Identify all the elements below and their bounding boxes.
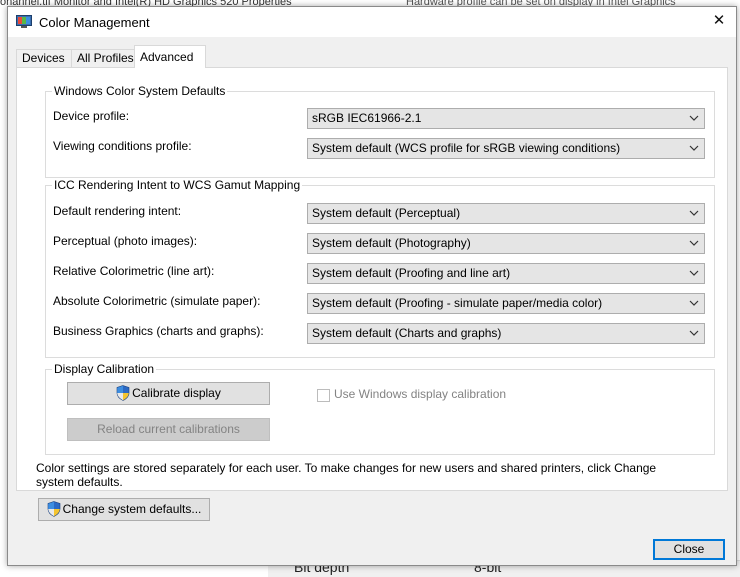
button-label: Change system defaults...	[62, 502, 202, 516]
window-title: Color Management	[39, 15, 150, 30]
chevron-down-icon	[689, 145, 699, 151]
relative-colorimetric-select[interactable]: System default (Proofing and line art)	[307, 263, 705, 284]
reload-calibrations-button[interactable]: Reload current calibrations	[67, 418, 270, 441]
calibrate-display-button[interactable]: Calibrate display	[67, 382, 270, 405]
uac-shield-icon	[47, 501, 60, 517]
chevron-down-icon	[689, 210, 699, 216]
chevron-down-icon	[689, 115, 699, 121]
chevron-down-icon	[689, 240, 699, 246]
use-windows-calibration-checkbox[interactable]	[317, 389, 330, 402]
tab-all-profiles[interactable]: All Profiles	[71, 49, 141, 67]
select-value: System default (Proofing and line art)	[312, 266, 511, 280]
business-graphics-select[interactable]: System default (Charts and graphs)	[307, 323, 705, 344]
color-management-dialog: Color Management ✕ Devices All Profiles …	[7, 6, 737, 566]
group-legend: ICC Rendering Intent to WCS Gamut Mappin…	[52, 178, 303, 192]
uac-shield-icon	[116, 385, 130, 401]
viewing-conditions-select[interactable]: System default (WCS profile for sRGB vie…	[307, 138, 705, 159]
business-graphics-label: Business Graphics (charts and graphs):	[53, 324, 264, 338]
change-system-defaults-button[interactable]: Change system defaults...	[38, 498, 210, 521]
select-value: System default (Perceptual)	[312, 206, 461, 220]
advanced-tab-page: Windows Color System Defaults Device pro…	[16, 67, 728, 491]
select-value: System default (Proofing - simulate pape…	[312, 296, 603, 310]
wcs-defaults-group: Windows Color System Defaults Device pro…	[45, 84, 715, 178]
icc-gamut-mapping-group: ICC Rendering Intent to WCS Gamut Mappin…	[45, 178, 715, 358]
close-button[interactable]: Close	[653, 539, 725, 560]
default-intent-select[interactable]: System default (Perceptual)	[307, 203, 705, 224]
chevron-down-icon	[689, 330, 699, 336]
viewing-conditions-label: Viewing conditions profile:	[53, 139, 192, 153]
group-legend: Display Calibration	[52, 362, 157, 376]
device-profile-label: Device profile:	[53, 109, 130, 123]
close-icon: ✕	[712, 12, 726, 29]
close-window-button[interactable]: ✕	[708, 10, 730, 32]
perceptual-label: Perceptual (photo images):	[53, 234, 198, 248]
chevron-down-icon	[689, 270, 699, 276]
select-value: sRGB IEC61966-2.1	[312, 111, 422, 125]
display-calibration-group: Display Calibration Calibrate display Re…	[45, 362, 715, 455]
perceptual-select[interactable]: System default (Photography)	[307, 233, 705, 254]
absolute-colorimetric-label: Absolute Colorimetric (simulate paper):	[53, 294, 261, 308]
settings-note: Color settings are stored separately for…	[36, 461, 657, 489]
relative-colorimetric-label: Relative Colorimetric (line art):	[53, 264, 215, 278]
tab-advanced[interactable]: Advanced	[134, 45, 206, 68]
group-legend: Windows Color System Defaults	[52, 84, 228, 98]
use-windows-calibration-label: Use Windows display calibration	[334, 387, 507, 401]
monitor-icon	[16, 15, 32, 28]
title-bar[interactable]: Color Management ✕	[8, 7, 736, 37]
absolute-colorimetric-select[interactable]: System default (Proofing - simulate pape…	[307, 293, 705, 314]
select-value: System default (Photography)	[312, 236, 471, 250]
device-profile-select[interactable]: sRGB IEC61966-2.1	[307, 108, 705, 129]
select-value: System default (Charts and graphs)	[312, 326, 502, 340]
select-value: System default (WCS profile for sRGB vie…	[312, 141, 621, 155]
chevron-down-icon	[689, 300, 699, 306]
tab-devices[interactable]: Devices	[16, 49, 77, 67]
default-intent-label: Default rendering intent:	[53, 204, 182, 218]
button-label: Calibrate display	[132, 386, 221, 400]
